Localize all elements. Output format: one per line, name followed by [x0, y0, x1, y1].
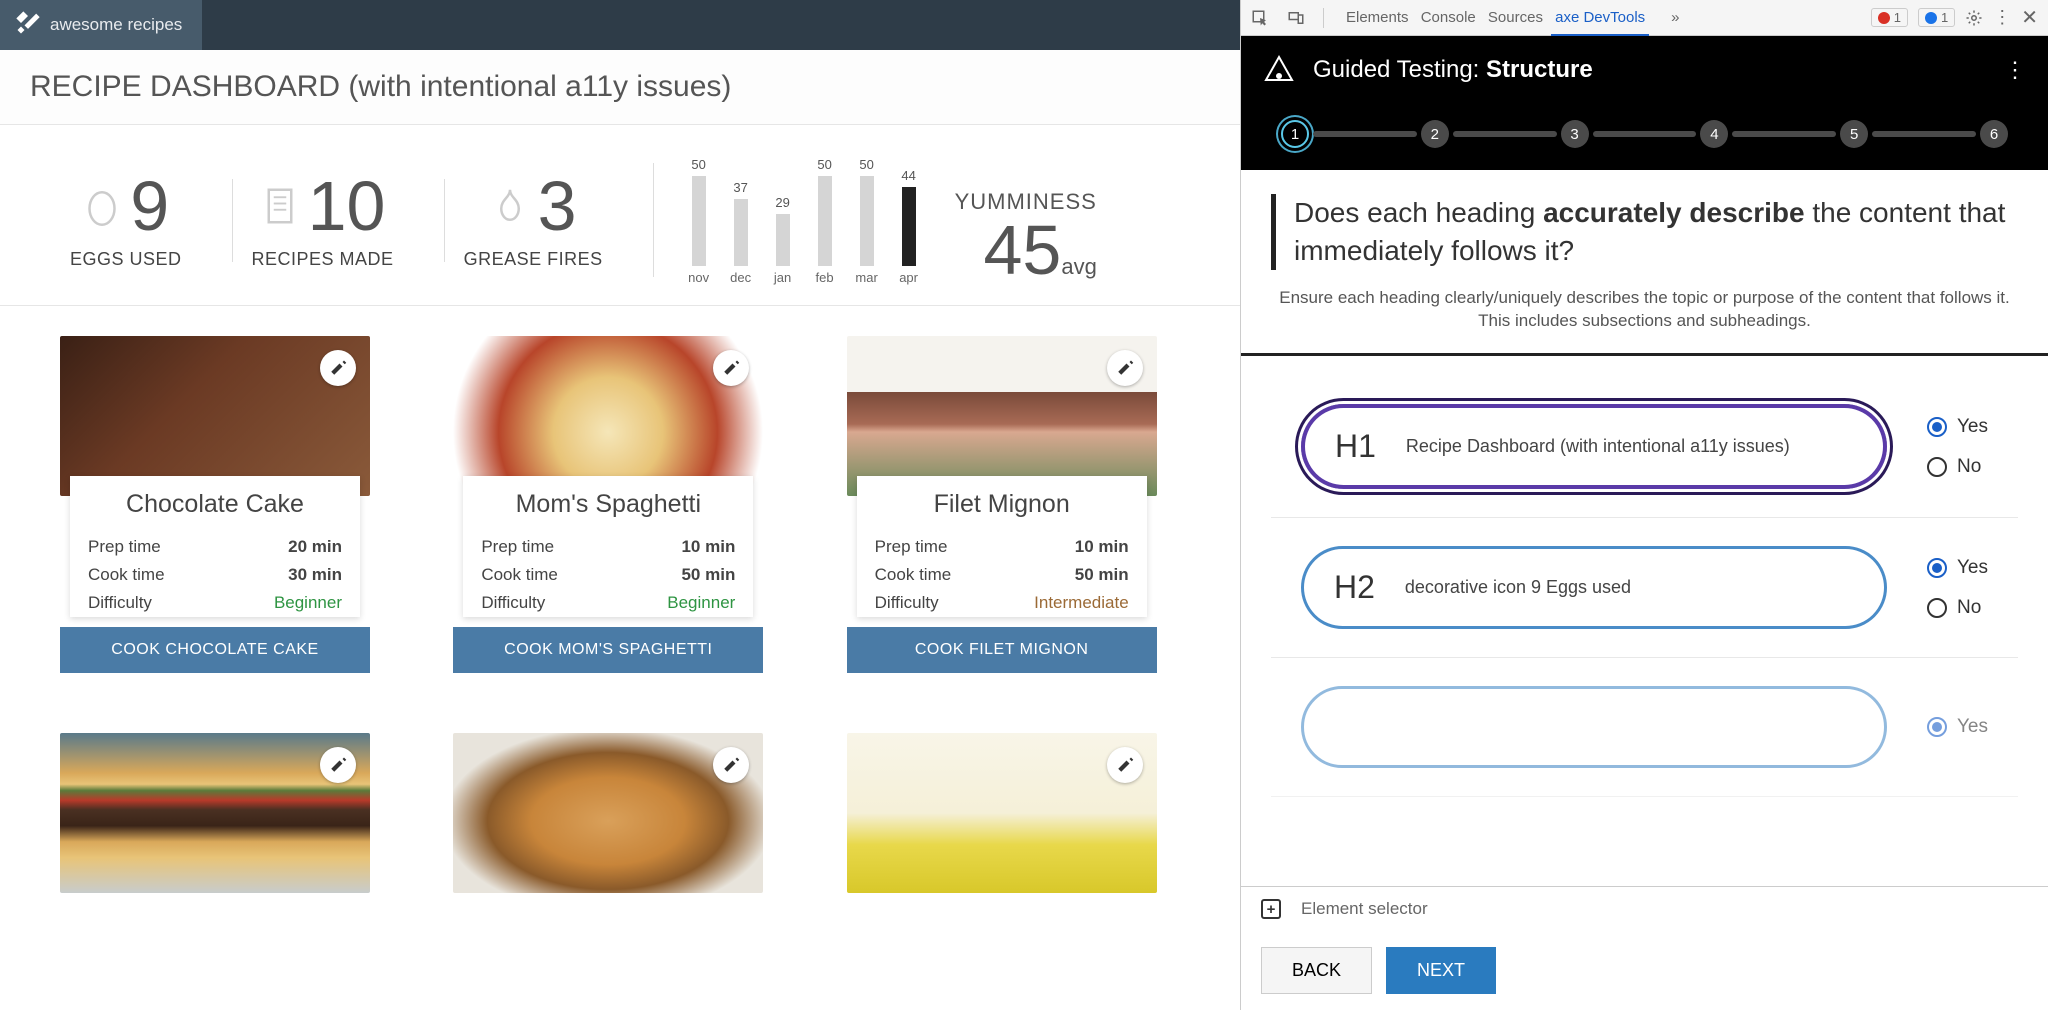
heading-item: H2 decorative icon 9 Eggs used Yes No: [1271, 518, 2018, 658]
eggs-value: 9: [130, 171, 169, 241]
bar-jan: 29 jan: [767, 195, 799, 285]
heading-pill[interactable]: H2 decorative icon 9 Eggs used: [1301, 546, 1887, 629]
recipe-title: Chocolate Cake: [88, 490, 342, 519]
bar-nov: 50 nov: [683, 157, 715, 285]
device-icon[interactable]: [1287, 9, 1305, 27]
recipes-value: 10: [308, 171, 386, 241]
question-block: Does each heading accurately describe th…: [1241, 170, 2048, 356]
page-title: RECIPE DASHBOARD (with intentional a11y …: [0, 50, 1240, 125]
cook-button[interactable]: COOK MOM'S SPAGHETTI: [453, 627, 763, 673]
radio-yes[interactable]: Yes: [1927, 716, 1988, 738]
edit-icon[interactable]: [320, 747, 356, 783]
bar-dec: 37 dec: [725, 180, 757, 285]
bar-mar: 50 mar: [851, 157, 883, 285]
recipe-image: [847, 336, 1157, 496]
bar-apr: 44 apr: [893, 168, 925, 285]
back-button[interactable]: BACK: [1261, 947, 1372, 994]
recipes-grid: Chocolate Cake Prep time20 min Cook time…: [0, 306, 1240, 923]
step-3[interactable]: 3: [1561, 120, 1589, 148]
recipe-app: awesome recipes RECIPE DASHBOARD (with i…: [0, 0, 1240, 1010]
fires-value: 3: [538, 171, 577, 241]
error-badge[interactable]: 1: [1871, 8, 1908, 27]
heading-pill[interactable]: H1 Recipe Dashboard (with intentional a1…: [1301, 404, 1887, 489]
fires-label: GREASE FIRES: [464, 249, 603, 270]
yum-suffix: avg: [1061, 254, 1096, 279]
recipe-card: Chocolate Cake Prep time20 min Cook time…: [60, 336, 370, 673]
axe-logo-icon: [1263, 54, 1295, 86]
axe-menu-icon[interactable]: ⋮: [2004, 57, 2026, 83]
stat-fires: 3 GREASE FIRES: [444, 171, 623, 270]
edit-icon[interactable]: [713, 747, 749, 783]
devtools-panel: Elements Console Sources axe DevTools » …: [1240, 0, 2048, 1010]
devtools-tabbar: Elements Console Sources axe DevTools » …: [1241, 0, 2048, 36]
yum-value: 45: [983, 211, 1061, 289]
step-4[interactable]: 4: [1700, 120, 1728, 148]
recipe-title: Filet Mignon: [875, 490, 1129, 519]
heading-item: H1 Recipe Dashboard (with intentional a1…: [1271, 376, 2018, 518]
recipe-image: [453, 733, 763, 893]
stat-recipes: 10 RECIPES MADE: [232, 171, 414, 270]
inspect-icon[interactable]: [1251, 9, 1269, 27]
radio-yes[interactable]: Yes: [1927, 557, 1988, 579]
kebab-icon[interactable]: ⋮: [1993, 7, 2011, 28]
heading-list[interactable]: H1 Recipe Dashboard (with intentional a1…: [1241, 356, 2048, 886]
heading-pill[interactable]: [1301, 686, 1887, 768]
edit-icon[interactable]: [1107, 350, 1143, 386]
radio-no[interactable]: No: [1927, 597, 1988, 619]
app-topbar: awesome recipes: [0, 0, 1240, 50]
cook-button[interactable]: COOK CHOCOLATE CAKE: [60, 627, 370, 673]
close-icon[interactable]: ✕: [2021, 5, 2038, 30]
devtools-tab[interactable]: axe DevTools: [1551, 1, 1649, 36]
eggs-label: EGGS USED: [70, 249, 182, 270]
question-text: Does each heading accurately describe th…: [1271, 194, 2018, 270]
edit-icon[interactable]: [320, 350, 356, 386]
recipe-icon: [260, 186, 300, 226]
egg-icon: [82, 186, 122, 226]
brand[interactable]: awesome recipes: [0, 0, 202, 50]
step-6[interactable]: 6: [1980, 120, 2008, 148]
devtools-tab[interactable]: Console: [1417, 1, 1480, 34]
edit-icon[interactable]: [1107, 747, 1143, 783]
radio-no[interactable]: No: [1927, 456, 1988, 478]
recipe-card: [453, 733, 763, 893]
fire-icon: [490, 186, 530, 226]
devtools-tab[interactable]: Sources: [1484, 1, 1547, 34]
recipe-image: [847, 733, 1157, 893]
bar-feb: 50 feb: [809, 157, 841, 285]
radio-yes[interactable]: Yes: [1927, 416, 1988, 438]
footer-buttons: BACK NEXT: [1241, 931, 2048, 1010]
yumminess-chart: 50 nov 37 dec 29 jan 50 feb 50 mar 44 ap…: [653, 155, 1117, 285]
axe-title: Guided Testing: Structure: [1313, 56, 1593, 84]
recipe-card: [847, 733, 1157, 893]
recipe-image: [60, 733, 370, 893]
plus-icon[interactable]: +: [1261, 899, 1281, 919]
message-badge[interactable]: 1: [1918, 8, 1955, 27]
cook-button[interactable]: COOK FILET MIGNON: [847, 627, 1157, 673]
utensils-icon: [14, 9, 42, 42]
step-5[interactable]: 5: [1840, 120, 1868, 148]
gear-icon[interactable]: [1965, 9, 1983, 27]
axe-header: Guided Testing: Structure ⋮: [1241, 36, 2048, 104]
recipe-title: Mom's Spaghetti: [481, 490, 735, 519]
brand-text: awesome recipes: [50, 15, 182, 35]
question-subtext: Ensure each heading clearly/uniquely des…: [1271, 286, 2018, 334]
more-tabs[interactable]: »: [1667, 1, 1683, 34]
stats-row: 9 EGGS USED 10 RECIPES MADE 3 GREASE FIR…: [0, 125, 1240, 306]
edit-icon[interactable]: [713, 350, 749, 386]
step-1[interactable]: 1: [1281, 120, 1309, 148]
heading-item: Yes: [1271, 658, 2018, 797]
step-progress: 1 2 3 4 5 6: [1241, 104, 2048, 170]
recipe-card: Filet Mignon Prep time10 min Cook time50…: [847, 336, 1157, 673]
recipe-card: [60, 733, 370, 893]
recipe-image: [60, 336, 370, 496]
recipe-image: [453, 336, 763, 496]
element-selector-bar[interactable]: + Element selector: [1241, 886, 2048, 931]
step-2[interactable]: 2: [1421, 120, 1449, 148]
devtools-tab[interactable]: Elements: [1342, 1, 1413, 34]
stat-eggs: 9 EGGS USED: [50, 171, 202, 270]
recipes-label: RECIPES MADE: [252, 249, 394, 270]
recipe-card: Mom's Spaghetti Prep time10 min Cook tim…: [453, 336, 763, 673]
next-button[interactable]: NEXT: [1386, 947, 1496, 994]
